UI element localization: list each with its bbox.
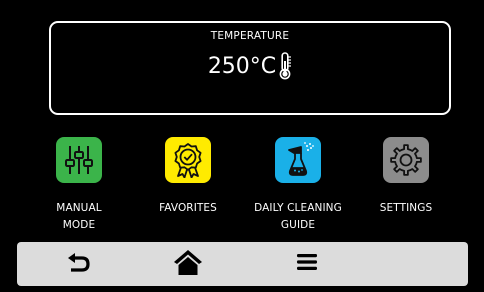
bottom-nav-bar	[17, 242, 468, 286]
gear-icon	[389, 143, 423, 177]
temperature-label: TEMPERATURE	[210, 30, 290, 42]
temperature-panel[interactable]: TEMPERATURE 250°C	[49, 21, 451, 115]
temperature-value: 250°C	[207, 53, 277, 79]
favorites-label: FAVORITES	[159, 202, 217, 214]
home-button[interactable]	[163, 242, 213, 286]
daily-cleaning-guide-button[interactable]	[275, 137, 321, 183]
award-ribbon-icon	[171, 142, 205, 178]
thermometer-icon	[278, 52, 292, 80]
manual-mode-label: MANUAL MODE	[56, 202, 102, 231]
settings-label: SETTINGS	[379, 202, 433, 214]
menu-button[interactable]	[282, 242, 332, 286]
spray-bottle-icon	[280, 141, 316, 179]
menu-icon	[296, 252, 318, 276]
daily-cleaning-guide-label: DAILY CLEANING GUIDE	[254, 202, 342, 231]
manual-mode-button[interactable]	[56, 137, 102, 183]
sliders-icon	[62, 143, 96, 177]
back-icon	[66, 250, 92, 278]
settings-button[interactable]	[383, 137, 429, 183]
home-icon	[173, 248, 203, 280]
back-button[interactable]	[54, 242, 104, 286]
favorites-button[interactable]	[165, 137, 211, 183]
